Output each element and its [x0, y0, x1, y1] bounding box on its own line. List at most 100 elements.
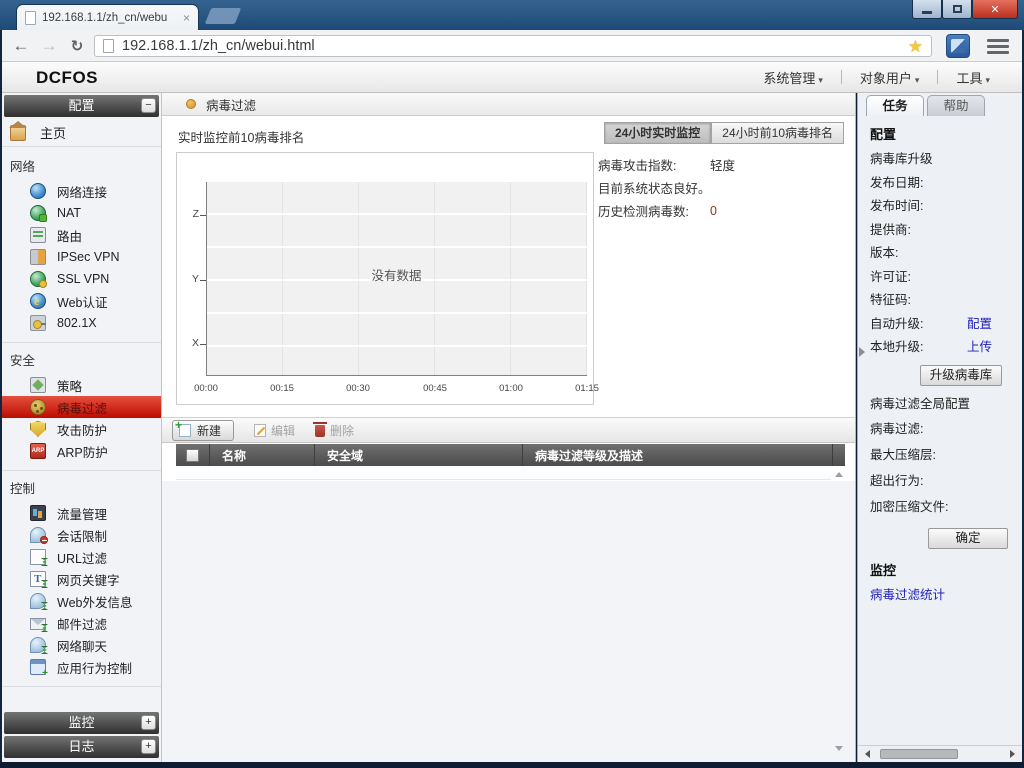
app-header: DCFOS 系统管理 对象用户 工具 [2, 62, 1022, 93]
sidebar-item-label: 邮件过滤 [57, 617, 108, 632]
sidebar-item-8021x[interactable]: 802.1X [2, 312, 161, 334]
select-all-checkbox[interactable] [186, 448, 199, 462]
sidebar-bar-monitor[interactable]: 监控 + [4, 712, 159, 734]
y-tick-label: Z [192, 208, 199, 220]
sidebar-item-traffic-management[interactable]: 流量管理 [2, 502, 161, 524]
exceed-behavior-label: 超出行为: [870, 474, 924, 488]
expand-plus-icon[interactable]: + [141, 715, 156, 730]
monitor-heading: 监控 [870, 563, 897, 578]
panel-collapse-arrow-icon[interactable] [859, 347, 865, 357]
scroll-left-arrow[interactable] [865, 750, 870, 758]
toggle-realtime-monitor[interactable]: 24小时实时监控 [603, 122, 712, 144]
forward-icon[interactable]: → [36, 33, 62, 59]
edit-button[interactable]: 编辑 [254, 422, 295, 439]
sidebar-item-ssl-vpn[interactable]: SSL VPN [2, 268, 161, 290]
menu-object-user[interactable]: 对象用户 [842, 68, 938, 87]
sidebar-item-network-chat[interactable]: 网络聊天 [2, 634, 161, 656]
sidebar-item-url-filter[interactable]: URL过滤 [2, 546, 161, 568]
signature-label: 特征码: [870, 293, 911, 307]
max-compress-layer-label: 最大压缩层: [870, 448, 936, 462]
url-text[interactable]: 192.168.1.1/zh_cn/webui.html [122, 38, 900, 54]
scroll-right-arrow[interactable] [1010, 750, 1015, 758]
provider-label: 提供商: [870, 222, 911, 237]
sidebar-item-policy[interactable]: 策略 [2, 374, 161, 396]
reload-icon[interactable]: ↻ [64, 33, 90, 59]
sidebar-item-attack-protection[interactable]: 攻击防护 [2, 418, 161, 440]
sidebar-item-ipsec-vpn[interactable]: IPSec VPN [2, 246, 161, 268]
sidebar-item-label: SSL VPN [57, 272, 110, 286]
sidebar-config: 配置 − 主页 网络 网络连接 NAT 路由 IPSec VPN SSL VPN… [2, 93, 162, 762]
sidebar-item-route[interactable]: 路由 [2, 224, 161, 246]
tab-close-icon[interactable]: × [183, 11, 190, 25]
sidebar-header[interactable]: 配置 − [4, 95, 159, 117]
bookmark-star-icon[interactable]: ★ [908, 38, 923, 55]
panel-horizontal-scrollbar[interactable] [858, 745, 1022, 762]
sidebar-bar-log[interactable]: 日志 + [4, 736, 159, 758]
virus-icon [30, 399, 46, 415]
sidebar-header-title: 配置 [68, 98, 95, 113]
window-border-left [0, 30, 2, 768]
sidebar-item-session-limit[interactable]: 会话限制 [2, 524, 161, 546]
collapse-minus-icon[interactable]: − [141, 98, 156, 113]
upgrade-virus-db-button[interactable]: 升级病毒库 [920, 364, 1002, 386]
scroll-down-arrow[interactable] [833, 742, 845, 754]
sidebar-item-app-behavior-control[interactable]: 应用行为控制 [2, 656, 161, 679]
ok-button[interactable]: 确定 [928, 528, 1008, 549]
new-page-icon [175, 418, 191, 437]
x-tick-label: 01:15 [575, 383, 599, 394]
sidebar-item-web-auth[interactable]: e Web认证 [2, 290, 161, 312]
release-time-label: 发布时间: [870, 199, 924, 213]
tab-title: 192.168.1.1/zh_cn/webu [42, 11, 168, 24]
delete-button-label: 删除 [330, 423, 355, 438]
y-tick-mark [200, 344, 206, 345]
sidebar-item-web-keyword[interactable]: T 网页关键字 [2, 568, 161, 590]
sidebar-item-virus-filter[interactable]: 病毒过滤 [2, 396, 161, 418]
scrollbar-thumb[interactable] [880, 749, 958, 759]
local-upload-link[interactable]: 上传 [967, 336, 992, 360]
sidebar-item-mail-filter[interactable]: 邮件过滤 [2, 612, 161, 634]
sidebar-item-home[interactable]: 主页 [2, 119, 161, 147]
url-filter-icon [30, 549, 48, 566]
tab-task[interactable]: 任务 [866, 95, 924, 116]
status-dot-icon [186, 99, 196, 109]
web-auth-icon: e [30, 293, 46, 309]
attack-index-value: 轻度 [710, 159, 736, 173]
window-controls: ✕ [912, 0, 1018, 19]
auto-upgrade-config-link[interactable]: 配置 [967, 313, 992, 337]
tab-help[interactable]: 帮助 [927, 95, 985, 116]
browser-tab[interactable]: 192.168.1.1/zh_cn/webu × [16, 4, 199, 30]
address-bar[interactable]: 192.168.1.1/zh_cn/webui.html ★ [94, 35, 932, 57]
sidebar-item-label: 网络聊天 [57, 639, 108, 654]
sidebar-item-network-connection[interactable]: 网络连接 [2, 180, 161, 202]
sidebar-item-web-outgoing[interactable]: Web外发信息 [2, 590, 161, 612]
new-tab-button[interactable] [204, 8, 242, 24]
sidebar-section-control: 控制 流量管理 会话限制 URL过滤 T 网页关键字 Web外发信息 邮件过滤 … [2, 471, 161, 687]
sidebar-item-nat[interactable]: NAT [2, 202, 161, 224]
virus-ranking-chart: Z Y X 没有数据 00:00 00:15 00:30 00:45 01:00… [176, 152, 599, 405]
extension-icon[interactable] [946, 34, 970, 58]
page-titlebar: 病毒过滤 [162, 93, 855, 116]
sidebar-item-label: URL过滤 [57, 551, 108, 566]
encrypted-archive-label: 加密压缩文件: [870, 500, 949, 514]
delete-button[interactable]: 删除 [313, 422, 355, 439]
sidebar-item-arp-protection[interactable]: ARP防护 [2, 440, 161, 462]
browser-menu-icon[interactable] [987, 39, 1009, 57]
sidebar-item-label: 路由 [57, 229, 83, 244]
virus-filter-stats-link[interactable]: 病毒过滤统计 [870, 584, 1022, 607]
expand-plus-icon[interactable]: + [141, 739, 156, 754]
bar-label: 日志 [68, 739, 95, 754]
list-toolbar: 新建 编辑 删除 [162, 417, 855, 443]
scroll-up-arrow[interactable] [833, 468, 845, 480]
dcfos-logo: DCFOS [36, 68, 98, 87]
back-icon[interactable]: ← [8, 33, 34, 59]
close-button[interactable]: ✕ [972, 0, 1018, 19]
session-bubble-icon [30, 527, 48, 544]
toggle-top10-ranking[interactable]: 24小时前10病毒排名 [711, 122, 844, 144]
new-button[interactable]: 新建 [172, 418, 235, 441]
column-header-spacer [833, 444, 845, 466]
minimize-button[interactable] [912, 0, 942, 19]
maximize-button[interactable] [942, 0, 972, 19]
menu-system-admin[interactable]: 系统管理 [745, 68, 841, 87]
menu-tools[interactable]: 工具 [938, 68, 1008, 87]
app-window-icon [30, 659, 48, 679]
